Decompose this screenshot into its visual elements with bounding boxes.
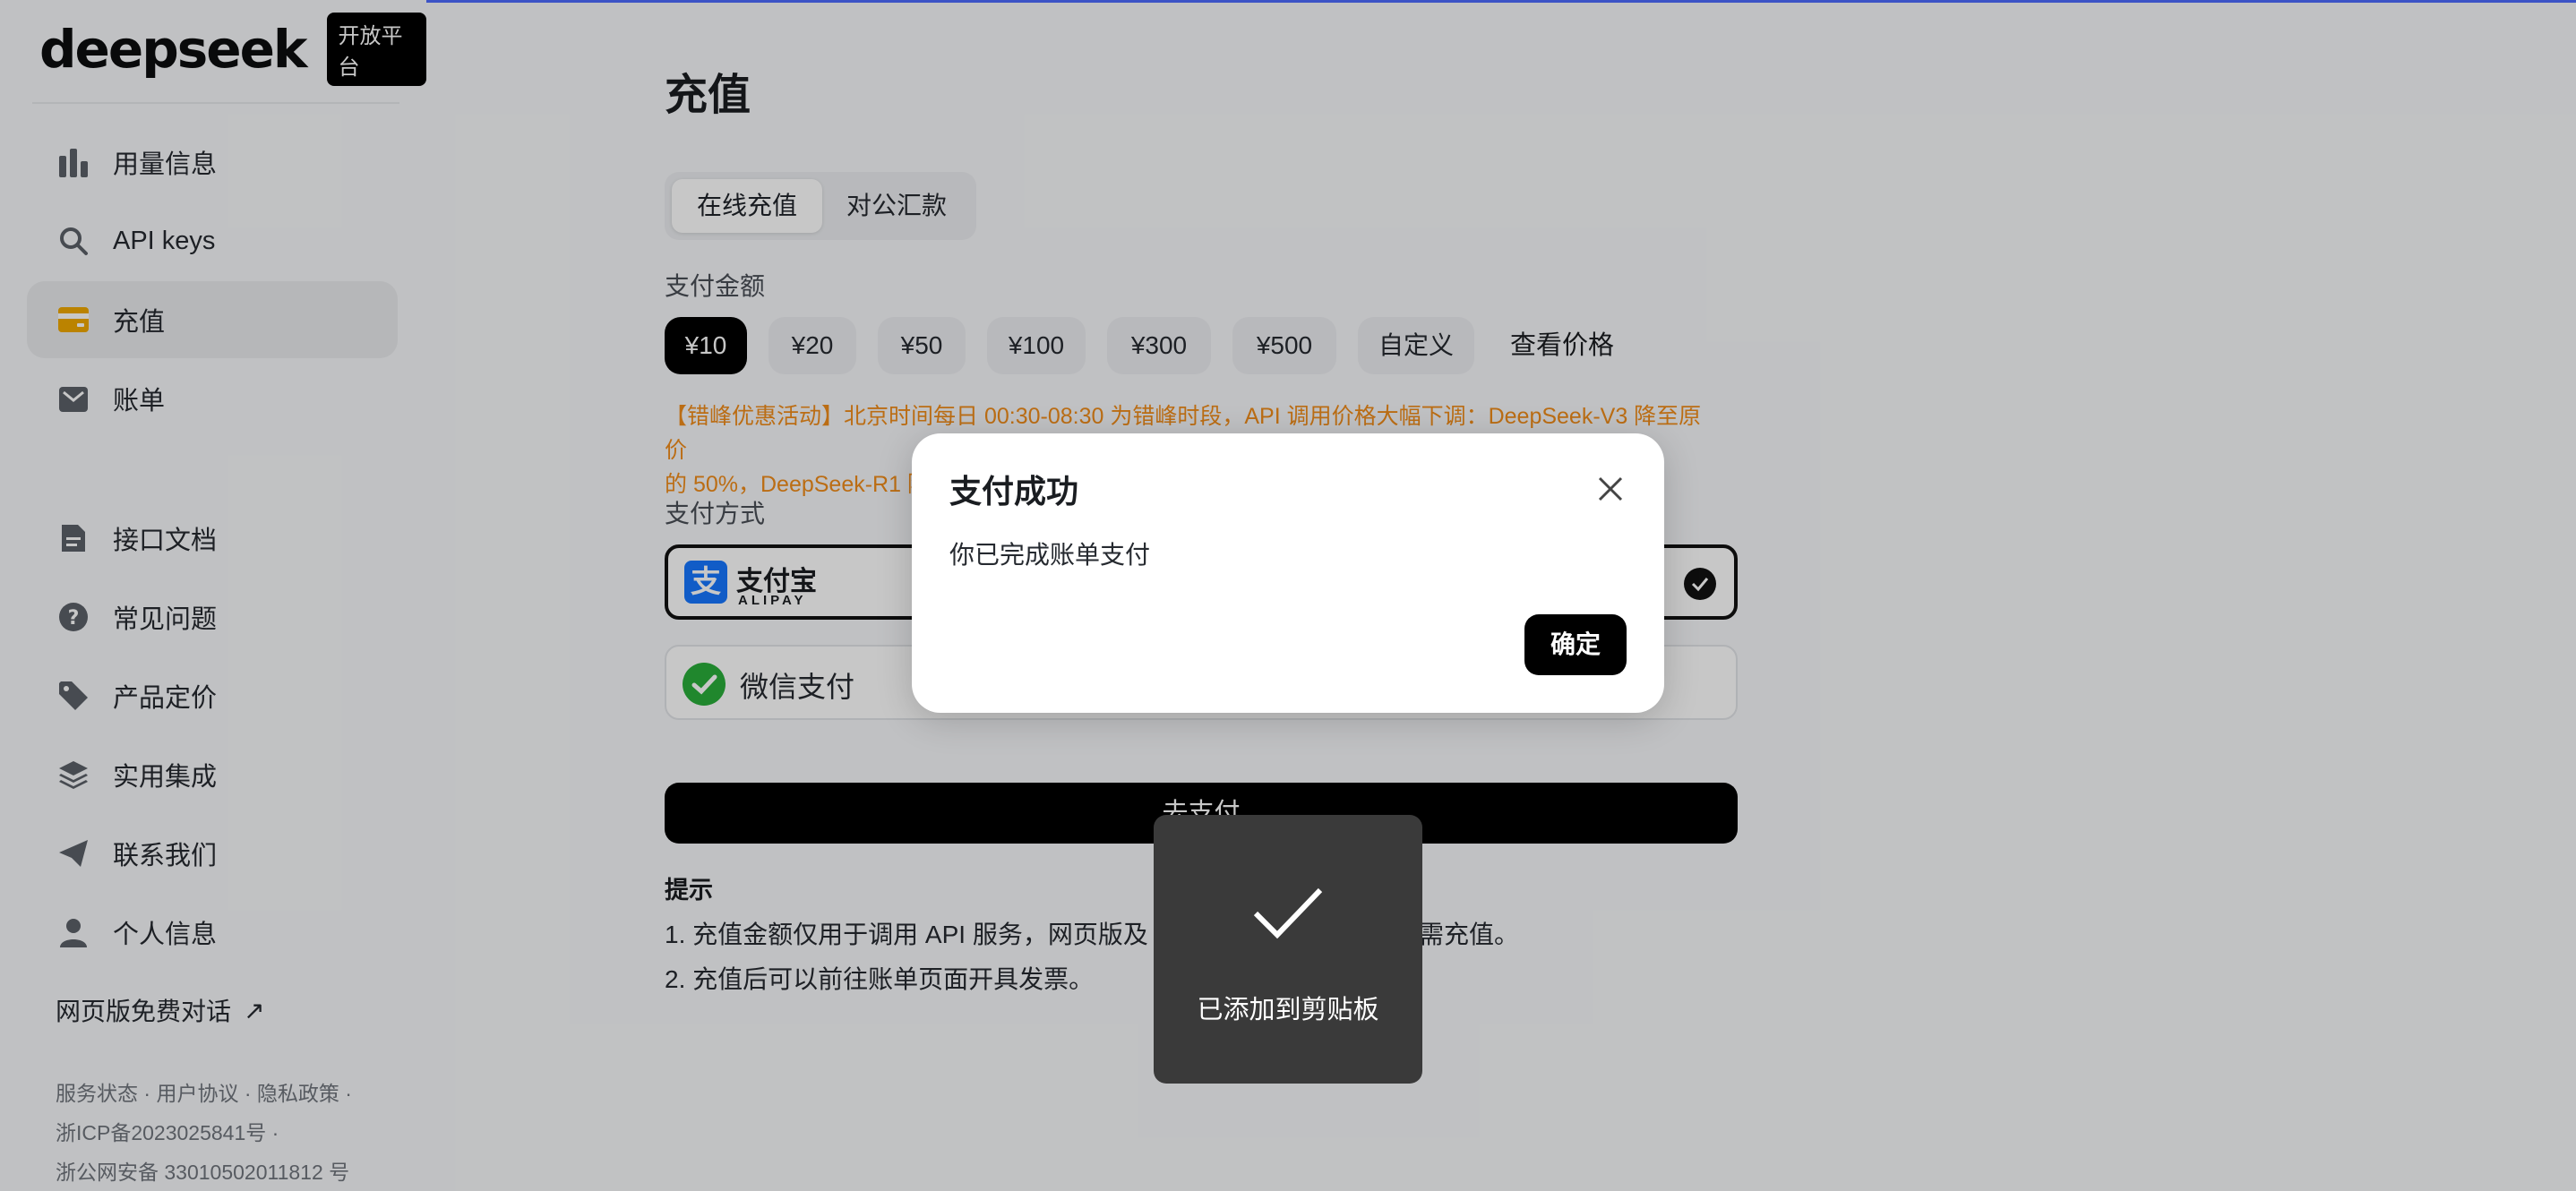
- dialog-message: 你已完成账单支付: [949, 541, 1151, 569]
- checkmark-icon: [1252, 887, 1324, 940]
- clipboard-toast: 已添加到剪贴板: [1154, 815, 1422, 1084]
- close-icon[interactable]: [1596, 475, 1625, 503]
- toast-message: 已添加到剪贴板: [1197, 996, 1379, 1024]
- confirm-button[interactable]: 确定: [1524, 614, 1627, 675]
- dialog-title: 支付成功: [949, 473, 1079, 510]
- payment-success-dialog: 支付成功 你已完成账单支付 确定: [912, 433, 1664, 713]
